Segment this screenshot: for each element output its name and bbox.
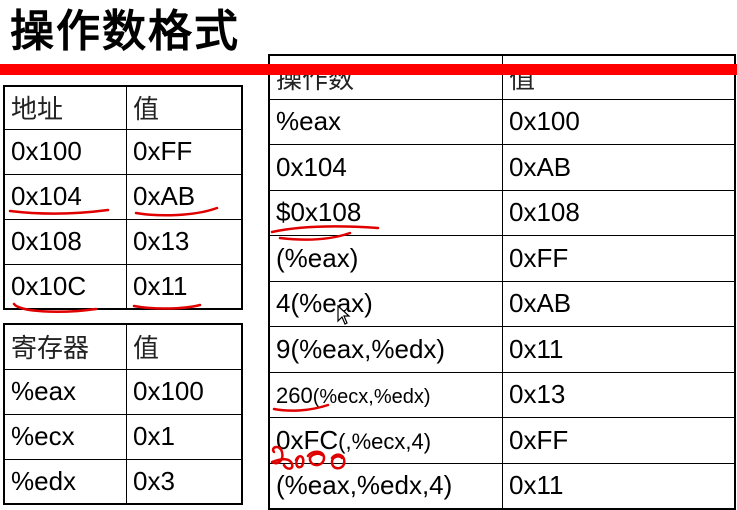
- memory-address-cell: 0x10C: [3, 263, 127, 310]
- register-name-cell: %ecx: [3, 413, 127, 460]
- operand-cell: (%eax): [268, 235, 503, 282]
- operand-register-part: (,%ecx,4): [338, 428, 432, 454]
- table-row: 0xFC(,%ecx,4) 0xFF: [268, 417, 736, 464]
- operand-table: 操作数 值 %eax 0x100 0x104 0xAB $0x108 0x108…: [268, 54, 736, 510]
- register-name-header: 寄存器: [3, 323, 127, 370]
- operand-table-header: 操作数 值: [268, 54, 736, 100]
- memory-value-header: 值: [126, 85, 243, 130]
- slide-title: 操作数格式: [10, 6, 240, 57]
- operand-cell: $0x108: [268, 189, 503, 236]
- mouse-cursor-icon: [337, 305, 351, 325]
- memory-table: 地址 值 0x100 0xFF 0x104 0xAB 0x108 0x13 0x…: [3, 85, 243, 310]
- register-value-header: 值: [126, 323, 243, 370]
- table-row: %eax 0x100: [3, 368, 243, 415]
- table-row: 0x10C 0x11: [3, 263, 243, 310]
- table-row: %edx 0x3: [3, 458, 243, 505]
- register-value-cell: 0x1: [126, 413, 243, 460]
- operand-value-cell: 0x11: [502, 462, 736, 509]
- memory-address-header: 地址: [3, 85, 127, 130]
- operand-cell: 9(%eax,%edx): [268, 326, 503, 373]
- register-value-cell: 0x100: [126, 368, 243, 415]
- operand-register-part: (%ecx,%edx): [312, 386, 431, 409]
- operand-value-cell: 0xAB: [502, 280, 736, 327]
- memory-value-cell: 0xAB: [126, 173, 243, 220]
- memory-value-cell: 0x13: [126, 218, 243, 265]
- table-row: 9(%eax,%edx) 0x11: [268, 326, 736, 373]
- table-row: 0x100 0xFF: [3, 128, 243, 175]
- operand-value-cell: 0x11: [502, 326, 736, 373]
- operand-displacement: 0xFC: [276, 424, 339, 455]
- operand-cell: %eax: [268, 98, 503, 145]
- table-row: 260(%ecx,%edx) 0x13: [268, 371, 736, 418]
- operand-header: 操作数: [268, 54, 503, 100]
- table-row: %eax 0x100: [268, 98, 736, 145]
- operand-cell: 260(%ecx,%edx): [268, 371, 503, 418]
- table-row: (%eax,%edx,4) 0x11: [268, 462, 736, 509]
- table-row: 0x104 0xAB: [268, 144, 736, 191]
- operand-value-cell: 0x100: [502, 98, 736, 145]
- table-row: $0x108 0x108: [268, 189, 736, 236]
- operand-cell: (%eax,%edx,4): [268, 462, 503, 509]
- register-table-header: 寄存器 值: [3, 323, 243, 370]
- register-name-cell: %eax: [3, 368, 127, 415]
- memory-value-cell: 0x11: [126, 263, 243, 310]
- operand-value-cell: 0xAB: [502, 144, 736, 191]
- table-row: (%eax) 0xFF: [268, 235, 736, 282]
- memory-address-cell: 0x104: [3, 173, 127, 220]
- operand-value-cell: 0x108: [502, 189, 736, 236]
- register-table: 寄存器 值 %eax 0x100 %ecx 0x1 %edx 0x3: [3, 323, 243, 505]
- table-row: %ecx 0x1: [3, 413, 243, 460]
- operand-value-cell: 0x13: [502, 371, 736, 418]
- memory-address-cell: 0x108: [3, 218, 127, 265]
- memory-table-header: 地址 值: [3, 85, 243, 130]
- memory-address-cell: 0x100: [3, 128, 127, 175]
- memory-value-cell: 0xFF: [126, 128, 243, 175]
- register-value-cell: 0x3: [126, 458, 243, 505]
- table-row: 0x108 0x13: [3, 218, 243, 265]
- operand-value-cell: 0xFF: [502, 235, 736, 282]
- register-name-cell: %edx: [3, 458, 127, 505]
- title-underline-bar: [0, 64, 737, 75]
- operand-value-header: 值: [502, 54, 736, 100]
- operand-cell: 0x104: [268, 144, 503, 191]
- operand-cell: 4(%eax): [268, 280, 503, 327]
- operand-cell: 0xFC(,%ecx,4): [268, 417, 503, 464]
- operand-displacement: 260: [276, 383, 313, 409]
- operand-value-cell: 0xFF: [502, 417, 736, 464]
- table-row: 0x104 0xAB: [3, 173, 243, 220]
